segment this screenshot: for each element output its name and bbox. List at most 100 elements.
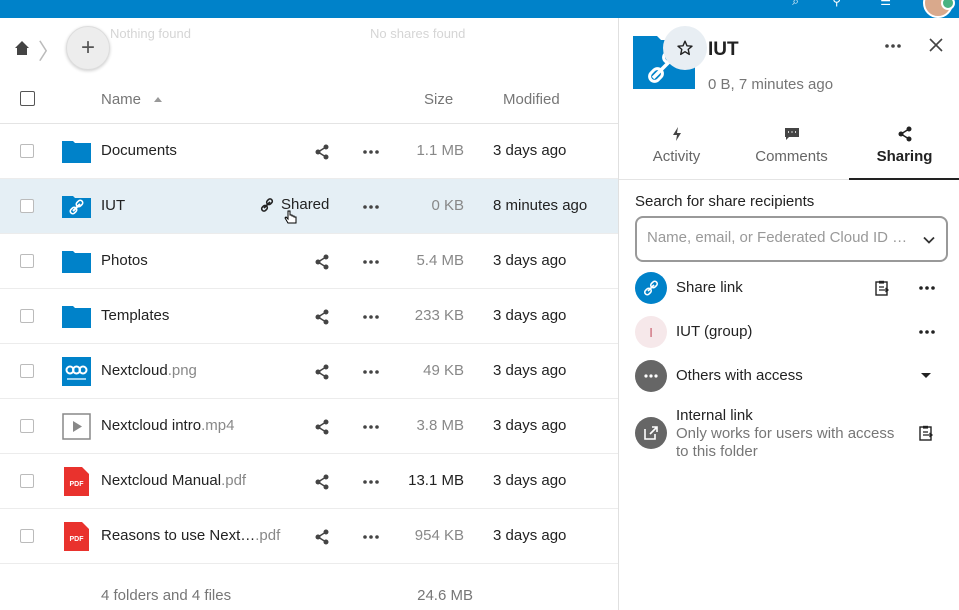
table-row[interactable]: IUT Shared 0 KB 8 minutes ago [0, 179, 618, 234]
file-modified: 3 days ago [493, 142, 567, 159]
file-name[interactable]: Reasons to use Next….pdf [101, 527, 280, 544]
table-row[interactable]: Nextcloud.png 49 KB 3 days ago [0, 344, 618, 399]
row-checkbox[interactable] [20, 144, 34, 158]
breadcrumb: Nothing found No shares found 〉 + [0, 18, 618, 76]
row-checkbox[interactable] [20, 364, 34, 378]
share-icon[interactable] [314, 419, 330, 435]
notifications-icon[interactable]: ⚲ [832, 0, 841, 8]
table-row[interactable]: Photos 5.4 MB 3 days ago [0, 234, 618, 289]
menu-icon[interactable]: ☰ [880, 0, 891, 8]
empty-hint-right: No shares found [370, 26, 466, 41]
search-icon[interactable]: ⌕ [792, 0, 799, 9]
more-actions-icon[interactable] [883, 38, 903, 54]
file-name[interactable]: Templates [101, 307, 169, 324]
details-sidebar: IUT 0 B, 7 minutes ago Activity Comments… [618, 18, 959, 610]
share-icon[interactable] [314, 309, 330, 325]
row-checkbox[interactable] [20, 529, 34, 543]
file-modified: 3 days ago [493, 417, 567, 434]
link-icon [260, 197, 274, 212]
row-checkbox[interactable] [20, 254, 34, 268]
share-search-label: Search for share recipients [635, 193, 815, 210]
internal-link-description: Only works for users with access to this… [676, 425, 895, 460]
chevron-down-icon[interactable] [922, 233, 936, 247]
copy-clipboard-icon[interactable] [874, 280, 890, 296]
table-row[interactable]: Templates 233 KB 3 days ago [0, 289, 618, 344]
tab-activity[interactable]: Activity [619, 118, 734, 180]
row-checkbox[interactable] [20, 309, 34, 323]
file-modified: 3 days ago [493, 472, 567, 489]
sidebar-subtitle: 0 B, 7 minutes ago [708, 76, 834, 93]
file-size: 1.1 MB [416, 142, 464, 159]
file-name[interactable]: Documents [101, 142, 177, 159]
file-list-panel: Nothing found No shares found 〉 + Name S… [0, 18, 618, 610]
table-row[interactable]: Documents 1.1 MB 3 days ago [0, 124, 618, 179]
share-link-entry[interactable]: Share link [635, 272, 948, 306]
star-icon [677, 40, 693, 56]
close-icon[interactable] [928, 37, 944, 53]
folder-icon [62, 306, 91, 328]
column-header-modified[interactable]: Modified [503, 91, 560, 108]
more-actions-icon[interactable] [918, 280, 936, 296]
internal-link-entry[interactable]: Internal link Only works for users with … [635, 407, 948, 463]
share-icon[interactable] [314, 364, 330, 380]
file-size: 954 KB [414, 527, 464, 544]
favorite-button[interactable] [663, 26, 707, 70]
hand-cursor-icon [284, 210, 297, 224]
more-actions-icon[interactable] [362, 473, 380, 491]
share-icon[interactable] [314, 144, 330, 160]
more-icon [644, 374, 658, 378]
share-icon[interactable] [314, 474, 330, 490]
file-name[interactable]: Nextcloud Manual.pdf [101, 472, 246, 489]
file-size: 49 KB [423, 362, 464, 379]
user-status-indicator [941, 0, 955, 10]
more-actions-icon[interactable] [362, 363, 380, 381]
breadcrumb-separator: 〉 [38, 39, 61, 64]
select-all-checkbox[interactable] [20, 91, 35, 106]
row-checkbox[interactable] [20, 474, 34, 488]
new-file-button[interactable]: + [66, 26, 110, 70]
copy-clipboard-icon[interactable] [918, 425, 934, 441]
column-header-name[interactable]: Name [101, 91, 141, 108]
sidebar-title: IUT [708, 39, 739, 60]
column-header-size[interactable]: Size [424, 91, 453, 108]
row-checkbox[interactable] [20, 199, 34, 213]
svg-text:PDF: PDF [70, 481, 85, 488]
file-modified: 3 days ago [493, 362, 567, 379]
more-actions-icon[interactable] [918, 324, 936, 340]
caret-down-icon[interactable] [921, 373, 931, 378]
more-actions-icon[interactable] [362, 143, 380, 161]
shared-link-folder-icon [62, 196, 91, 218]
tab-comments[interactable]: Comments [734, 118, 849, 180]
more-actions-icon[interactable] [362, 198, 380, 216]
pdf-icon: PDF [64, 522, 89, 551]
share-icon[interactable] [314, 254, 330, 270]
share-search-input[interactable] [647, 229, 909, 246]
others-with-access-label: Others with access [676, 367, 803, 384]
share-search-field[interactable] [635, 216, 948, 262]
row-checkbox[interactable] [20, 419, 34, 433]
more-actions-icon[interactable] [362, 253, 380, 271]
table-row[interactable]: Nextcloud intro.mp4 3.8 MB 3 days ago [0, 399, 618, 454]
empty-hint-left: Nothing found [110, 26, 191, 41]
file-name[interactable]: Nextcloud intro.mp4 [101, 417, 234, 434]
share-icon[interactable] [314, 529, 330, 545]
sidebar-tabs: Activity Comments Sharing [619, 118, 959, 180]
file-modified: 8 minutes ago [493, 197, 588, 214]
group-avatar: I [635, 316, 667, 348]
file-modified: 3 days ago [493, 252, 567, 269]
file-summary-label: 4 folders and 4 files [101, 587, 232, 604]
others-with-access-entry[interactable]: Others with access [635, 360, 948, 394]
file-name[interactable]: Photos [101, 252, 148, 269]
tab-sharing[interactable]: Sharing [849, 118, 959, 180]
more-actions-icon[interactable] [362, 418, 380, 436]
image-thumbnail-icon [62, 357, 91, 386]
share-group-entry[interactable]: I IUT (group) [635, 316, 948, 350]
file-name[interactable]: Nextcloud.png [101, 362, 197, 379]
home-icon[interactable] [14, 40, 30, 56]
table-row[interactable]: PDF Nextcloud Manual.pdf 13.1 MB 3 days … [0, 454, 618, 509]
table-row[interactable]: PDF Reasons to use Next….pdf 954 KB 3 da… [0, 509, 618, 564]
more-actions-icon[interactable] [362, 308, 380, 326]
file-name[interactable]: IUT [101, 197, 125, 214]
others-avatar [635, 360, 667, 392]
more-actions-icon[interactable] [362, 528, 380, 546]
